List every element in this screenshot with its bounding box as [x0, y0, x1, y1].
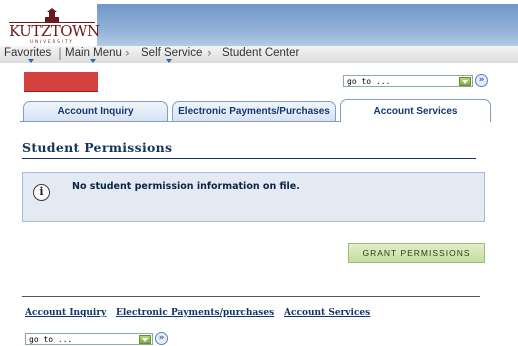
goto-select-bottom[interactable]: go to ...	[25, 333, 153, 345]
breadcrumb-bar: Favorites | Main Menu › Self Service › S…	[0, 46, 518, 63]
nav-favorites[interactable]: Favorites	[4, 47, 51, 59]
footer-link-account-services[interactable]: Account Services	[284, 308, 370, 318]
footer-link-electronic-payments[interactable]: Electronic Payments/purchases	[116, 308, 274, 318]
tab-account-services[interactable]: Account Services	[340, 99, 491, 122]
info-icon: i	[33, 184, 50, 201]
nav-main-menu[interactable]: Main Menu	[65, 47, 122, 59]
redacted-block	[24, 72, 98, 91]
tab-account-inquiry[interactable]: Account Inquiry	[23, 101, 168, 121]
page-title: Student Permissions	[22, 140, 173, 155]
goto-value: go to ...	[347, 77, 391, 86]
chevron-down-icon[interactable]	[90, 59, 96, 63]
dropdown-arrow-icon[interactable]	[459, 77, 471, 86]
goto-select-top[interactable]: go to ...	[343, 75, 473, 87]
dropdown-arrow-icon[interactable]	[139, 335, 151, 344]
nav-student-center[interactable]: Student Center	[222, 47, 299, 59]
logo-subtext: UNIVERSITY	[30, 39, 74, 44]
goto-value: go to ...	[29, 335, 73, 344]
go-button-bottom[interactable]: »	[155, 332, 168, 345]
university-logo[interactable]: KUTZTOWN UNIVERSITY	[9, 8, 100, 46]
grant-permissions-button[interactable]: GRANT PERMISSIONS	[348, 243, 485, 263]
title-divider	[22, 158, 476, 159]
logo-tower-icon	[45, 8, 59, 22]
breadcrumb-separator: ›	[125, 46, 130, 60]
footer-divider	[22, 296, 480, 297]
chevron-down-icon[interactable]	[166, 59, 172, 63]
breadcrumb-separator: ›	[207, 46, 212, 60]
header-banner	[97, 4, 518, 46]
info-message-box: i No student permission information on f…	[22, 172, 485, 222]
nav-self-service[interactable]: Self Service	[141, 47, 202, 59]
info-message: No student permission information on fil…	[72, 181, 300, 192]
tab-electronic-payments[interactable]: Electronic Payments/Purchases	[172, 101, 336, 121]
chevron-down-icon[interactable]	[28, 59, 34, 63]
footer-link-account-inquiry[interactable]: Account Inquiry	[25, 308, 106, 318]
go-button-top[interactable]: »	[475, 74, 488, 87]
logo-text: KUTZTOWN	[9, 22, 100, 40]
nav-divider: |	[58, 46, 63, 60]
